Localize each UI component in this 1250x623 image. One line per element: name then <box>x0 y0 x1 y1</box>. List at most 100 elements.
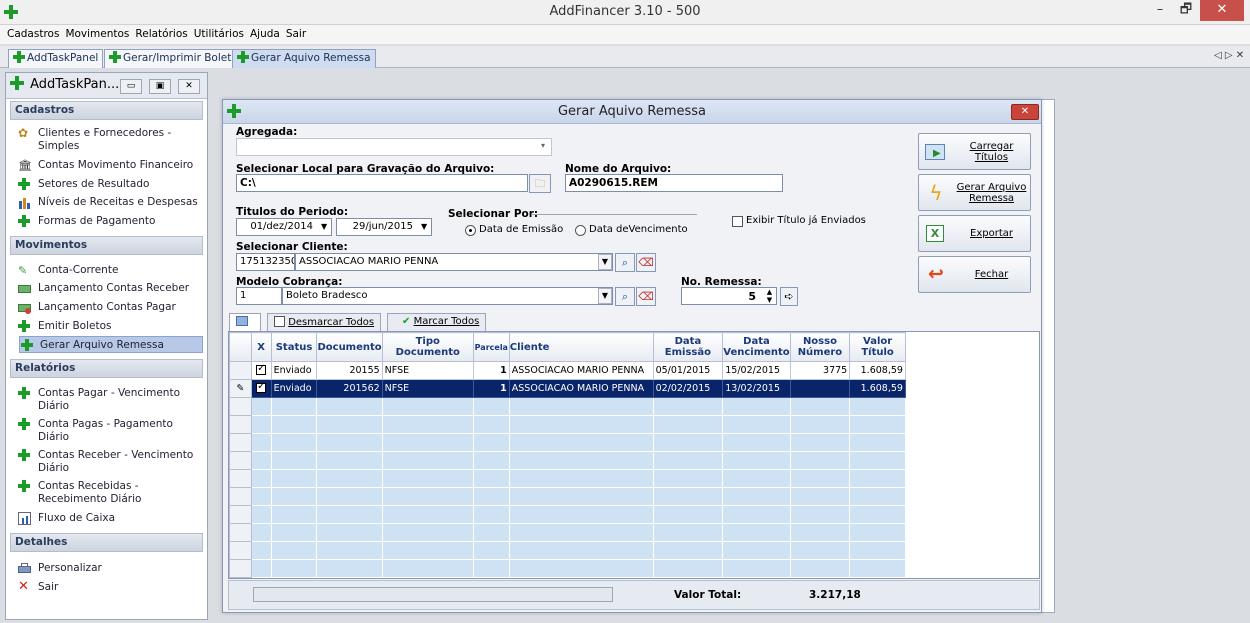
search-icon[interactable]: ⌕ <box>615 253 635 272</box>
empty-table-row[interactable] <box>229 541 1039 560</box>
empty-table-row[interactable] <box>229 523 1039 542</box>
tab-addtaskpanel[interactable]: AddTaskPanel <box>8 49 104 68</box>
chevron-down-icon[interactable]: ▼ <box>421 222 427 231</box>
menu-ajuda[interactable]: Ajuda <box>247 25 283 43</box>
restore-button[interactable]: 🗗 <box>1174 0 1198 21</box>
local-input[interactable]: C:\ <box>236 174 528 192</box>
chevron-down-icon[interactable]: ▾ <box>536 139 550 155</box>
modelo-name-input[interactable]: Boleto Bradesco <box>282 287 613 305</box>
empty-table-row[interactable] <box>229 451 1039 470</box>
chevron-down-icon[interactable]: ▼ <box>598 288 612 304</box>
link-lancamento-pagar[interactable]: Lançamento Contas Pagar <box>18 301 204 314</box>
table-row[interactable]: ✎ Enviado 201562 NFSE 1 ASSOCIACAO MARIO… <box>229 379 1039 398</box>
empty-table-row[interactable] <box>229 559 1039 578</box>
date-to-picker[interactable]: 29/jun/2015 <box>336 218 432 236</box>
empty-table-row[interactable] <box>229 505 1039 524</box>
grid-view-tab[interactable] <box>229 313 261 332</box>
section-cadastros[interactable]: Cadastros <box>10 101 203 120</box>
tab-nav-controls[interactable]: ◁ ▷ ✕ <box>1214 50 1244 61</box>
col-documento[interactable]: Documento <box>316 332 383 362</box>
section-detalhes[interactable]: Detalhes <box>10 533 203 552</box>
nome-arquivo-input[interactable]: A0290615.REM <box>565 174 783 192</box>
cliente-name-input[interactable]: ASSOCIACAO MARIO PENNA <box>295 253 613 271</box>
table-row[interactable]: Enviado 20155 NFSE 1 ASSOCIACAO MARIO PE… <box>229 361 1039 380</box>
link-contas-receber-vencimento[interactable]: Contas Receber - Vencimento Diário <box>18 449 204 475</box>
grid-tab-strip: Desmarcar Todos ✔ Marcar Todos <box>229 313 1041 332</box>
col-tipo-documento[interactable]: Tipo Documento <box>381 332 474 362</box>
dialog-close-button[interactable]: ✕ <box>1011 104 1039 120</box>
col-status[interactable]: Status <box>270 332 318 362</box>
link-fluxo-caixa[interactable]: Fluxo de Caixa <box>18 512 204 525</box>
date-from-picker[interactable]: 01/dez/2014 <box>236 218 332 236</box>
section-movimentos[interactable]: Movimentos <box>10 236 203 255</box>
col-cliente[interactable]: Cliente <box>508 332 654 362</box>
selecionar-por-label: Selecionar Por: <box>448 208 539 220</box>
link-formas-pagamento[interactable]: Formas de Pagamento <box>18 215 204 228</box>
link-clientes-fornecedores[interactable]: ✿ Clientes e Fornecedores - Simples <box>18 127 204 153</box>
col-valor-titulo[interactable]: Valor Título <box>849 332 906 362</box>
link-conta-corrente[interactable]: ✎ Conta-Corrente <box>18 264 204 277</box>
link-sair[interactable]: ✕ Sair <box>18 580 204 594</box>
link-contas-pagas-pagamento[interactable]: Conta Pagas - Pagamento Diário <box>18 418 204 444</box>
stepper-arrows-icon[interactable]: ▲ ▼ <box>763 288 776 304</box>
col-data-vencimento[interactable]: Data Vencimento <box>722 332 791 362</box>
fechar-button[interactable]: ↩ Fechar <box>918 256 1031 293</box>
money-icon <box>18 301 31 314</box>
minimize-button[interactable]: – <box>1148 0 1172 21</box>
link-personalizar[interactable]: Personalizar <box>18 562 204 575</box>
chevron-down-icon[interactable]: ▼ <box>321 222 327 231</box>
desmarcar-todos-button[interactable]: Desmarcar Todos <box>267 313 382 332</box>
col-parcela[interactable]: Parcela <box>472 332 510 362</box>
empty-table-row[interactable] <box>229 487 1039 506</box>
search-icon[interactable]: ⌕ <box>615 287 635 306</box>
link-emitir-boletos[interactable]: Emitir Boletos <box>18 320 204 333</box>
link-contas-recebidas[interactable]: Contas Recebidas - Recebimento Diário <box>18 480 204 506</box>
link-contas-pagar-vencimento[interactable]: Contas Pagar - Vencimento Diário <box>18 387 204 413</box>
close-button[interactable]: ✕ <box>1200 0 1244 21</box>
eraser-icon[interactable]: ⌫ <box>636 287 656 306</box>
arrow-right-icon[interactable]: ➪ <box>780 287 798 306</box>
col-x[interactable]: X <box>250 332 272 362</box>
panel-close-button[interactable]: ✕ <box>178 79 200 94</box>
link-gerar-arquivo-remessa[interactable]: Gerar Arquivo Remessa <box>19 336 203 353</box>
plus-icon <box>18 387 31 400</box>
window-title: AddFinancer 3.10 - 500 <box>549 4 701 19</box>
link-niveis-receitas[interactable]: Níveis de Receitas e Despesas <box>18 196 204 209</box>
agregada-select[interactable] <box>236 138 552 156</box>
modelo-code-input[interactable]: 1 <box>236 287 282 305</box>
dialog-title-bar: Gerar Aquivo Remessa ✕ <box>223 100 1041 124</box>
panel-restore-button[interactable]: ▣ <box>149 79 171 94</box>
menu-cadastros[interactable]: Cadastros <box>4 25 62 43</box>
menu-utilitarios[interactable]: Utilitários <box>191 25 247 43</box>
link-setores-resultado[interactable]: Setores de Resultado <box>18 178 204 191</box>
plus-icon <box>18 418 31 431</box>
empty-table-row[interactable] <box>229 433 1039 452</box>
carregar-titulos-button[interactable]: ▶ Carregar Títulos <box>918 133 1031 170</box>
menu-sair[interactable]: Sair <box>283 25 309 43</box>
marcar-todos-button[interactable]: ✔ Marcar Todos <box>387 313 487 332</box>
panel-minimize-button[interactable]: ▭ <box>120 79 142 94</box>
chevron-down-icon[interactable]: ▼ <box>598 254 612 270</box>
exibir-enviados-checkbox[interactable] <box>732 216 743 227</box>
radio-data-emissao[interactable] <box>465 225 476 236</box>
menu-relatorios[interactable]: Relatórios <box>132 25 190 43</box>
tab-gerar-imprimir-boletos[interactable]: Gerar/Imprimir Boletos <box>104 49 249 68</box>
exportar-button[interactable]: X Exportar <box>918 215 1031 252</box>
eraser-icon[interactable]: ⌫ <box>636 253 656 272</box>
link-lancamento-receber[interactable]: Lançamento Contas Receber <box>18 282 204 295</box>
col-nosso-numero[interactable]: Nosso Número <box>789 332 851 362</box>
link-contas-movimento[interactable]: 🏛 Contas Movimento Financeiro <box>18 159 204 172</box>
tab-gerar-aquivo-remessa[interactable]: Gerar Aquivo Remessa <box>232 49 376 68</box>
row-checkbox[interactable] <box>256 363 267 375</box>
empty-table-row[interactable] <box>229 415 1039 434</box>
radio-data-vencimento[interactable] <box>575 225 586 236</box>
gerar-arquivo-remessa-button[interactable]: ϟ Gerar Arquivo Remessa <box>918 174 1031 211</box>
row-checkbox[interactable] <box>256 381 267 393</box>
cliente-code-input[interactable]: 17513235000180 <box>236 253 295 271</box>
menu-movimentos[interactable]: Movimentos <box>62 25 132 43</box>
col-data-emissao[interactable]: Data Emissão <box>652 332 724 362</box>
section-relatorios[interactable]: Relatórios <box>10 359 203 378</box>
folder-icon[interactable]: 🗀 <box>529 174 551 193</box>
empty-table-row[interactable] <box>229 397 1039 416</box>
empty-table-row[interactable] <box>229 469 1039 488</box>
